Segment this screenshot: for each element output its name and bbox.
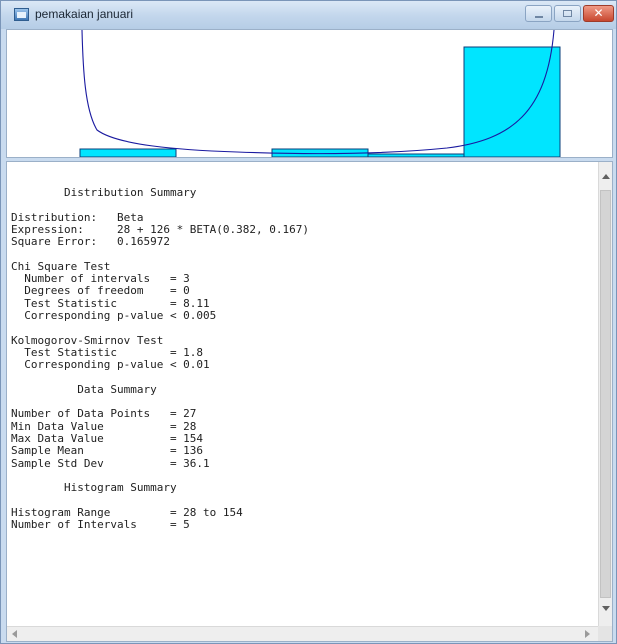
- scroll-up-icon[interactable]: [602, 174, 610, 179]
- scrollbar-corner: [598, 626, 612, 641]
- maximize-button[interactable]: [554, 5, 581, 22]
- histogram-panel: [6, 29, 613, 158]
- report-line: Number of Intervals = 5: [11, 518, 190, 532]
- report-line: Sample Mean = 136: [11, 444, 204, 458]
- report-line: Square Error: 0.165972: [11, 235, 170, 249]
- report-line: Test Statistic = 8.11: [11, 296, 210, 310]
- histogram-chart: [79, 30, 561, 157]
- scroll-thumb[interactable]: [600, 190, 611, 598]
- histogram-bar-4: [367, 153, 465, 157]
- report-line: Test Statistic = 1.8: [11, 345, 204, 359]
- report-line: Data Summary: [11, 382, 157, 396]
- report-line: Sample Std Dev = 36.1: [11, 456, 210, 470]
- report-line: Max Data Value = 154: [11, 432, 204, 445]
- horizontal-scrollbar[interactable]: [7, 626, 598, 641]
- report-line: Min Data Value = 28: [11, 419, 197, 433]
- report-line: Distribution Summary: [11, 186, 197, 199]
- report-line: Histogram Summary: [11, 481, 177, 495]
- report-line: Number of Data Points = 27: [11, 407, 197, 421]
- app-window: pemakaian januari ✕ Distribution Summary…: [0, 0, 617, 644]
- title-bar[interactable]: pemakaian januari ✕: [1, 1, 616, 29]
- histogram-bar-5: [463, 46, 561, 157]
- report-line: Distribution: Beta: [11, 210, 144, 224]
- histogram-bar-1: [79, 148, 177, 157]
- window-title: pemakaian januari: [35, 7, 134, 21]
- report-line: Expression: 28 + 126 * BETA(0.382, 0.167…: [11, 222, 310, 236]
- report-line: Number of intervals = 3: [11, 272, 190, 286]
- app-icon: [14, 8, 29, 21]
- distribution-report: Distribution Summary Distribution: Beta Ex…: [7, 162, 599, 625]
- report-line: Kolmogorov-Smirnov Test: [11, 333, 164, 347]
- report-line: Degrees of freedom = 0: [11, 284, 190, 298]
- report-line: Corresponding p-value < 0.005: [11, 309, 217, 322]
- scroll-down-icon[interactable]: [602, 606, 610, 611]
- report-line: Histogram Range = 28 to 154: [11, 505, 243, 519]
- close-button[interactable]: ✕: [583, 5, 614, 22]
- close-icon: ✕: [593, 6, 604, 20]
- report-line: Corresponding p-value < 0.01: [11, 358, 210, 372]
- report-line: Chi Square Test: [11, 259, 111, 273]
- scroll-left-icon[interactable]: [12, 630, 17, 638]
- vertical-scrollbar[interactable]: [598, 162, 612, 626]
- report-panel[interactable]: Distribution Summary Distribution: Beta Ex…: [6, 161, 613, 642]
- minimize-button[interactable]: [525, 5, 552, 22]
- scroll-right-icon[interactable]: [585, 630, 590, 638]
